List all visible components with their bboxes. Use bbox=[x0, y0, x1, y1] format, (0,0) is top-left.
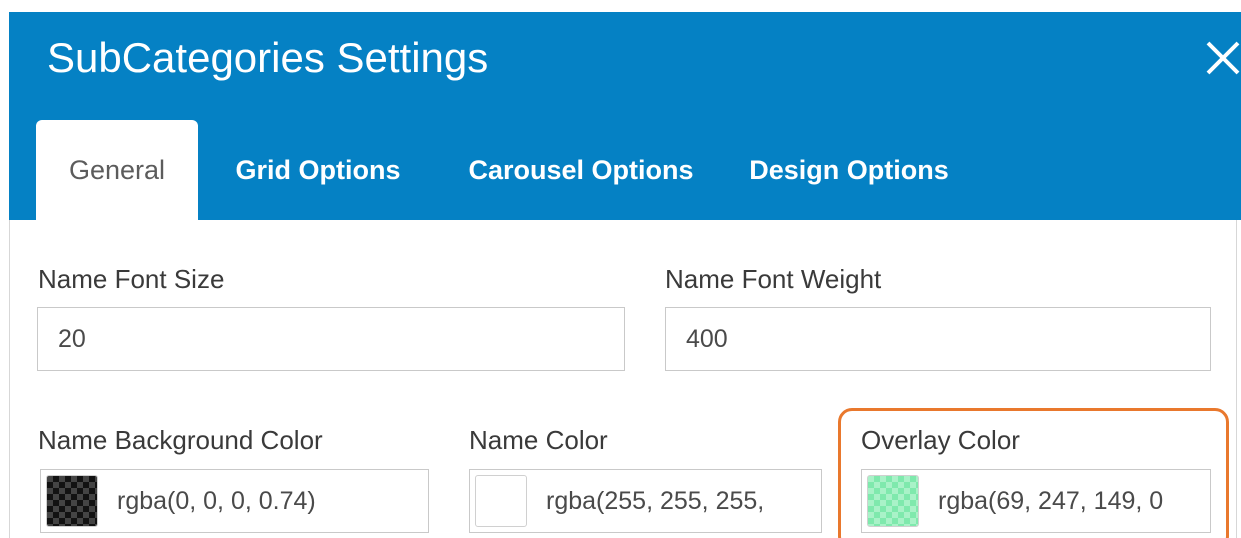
tab-design-options[interactable]: Design Options bbox=[724, 120, 974, 220]
overlay-color-swatch[interactable] bbox=[867, 475, 919, 527]
dialog-body: Name Font Size Name Font Weight Name Bac… bbox=[9, 220, 1237, 538]
name-font-weight-input[interactable] bbox=[665, 307, 1211, 371]
name-color-label: Name Color bbox=[469, 425, 608, 455]
dialog-header: SubCategories Settings General Grid Opti… bbox=[9, 12, 1241, 220]
close-icon bbox=[1206, 41, 1240, 75]
name-font-size-label: Name Font Size bbox=[38, 264, 225, 294]
name-color-value: rgba(255, 255, 255, bbox=[546, 487, 765, 515]
tab-grid-options[interactable]: Grid Options bbox=[198, 120, 438, 220]
overlay-color-value: rgba(69, 247, 149, 0 bbox=[938, 487, 1164, 515]
name-background-color-field[interactable]: rgba(0, 0, 0, 0.74) bbox=[40, 469, 429, 533]
name-background-color-value: rgba(0, 0, 0, 0.74) bbox=[117, 487, 316, 515]
name-color-field[interactable]: rgba(255, 255, 255, bbox=[469, 469, 822, 533]
name-background-color-label: Name Background Color bbox=[38, 425, 323, 455]
settings-dialog: SubCategories Settings General Grid Opti… bbox=[9, 12, 1241, 538]
name-background-color-swatch[interactable] bbox=[46, 475, 98, 527]
name-font-weight-label: Name Font Weight bbox=[665, 264, 882, 294]
name-color-swatch[interactable] bbox=[475, 475, 527, 527]
close-button[interactable] bbox=[1205, 40, 1241, 76]
dialog-title: SubCategories Settings bbox=[47, 34, 489, 81]
overlay-color-field[interactable]: rgba(69, 247, 149, 0 bbox=[861, 469, 1211, 533]
tab-carousel-options[interactable]: Carousel Options bbox=[438, 120, 724, 220]
tab-general[interactable]: General bbox=[36, 120, 198, 220]
overlay-color-label: Overlay Color bbox=[861, 425, 1020, 455]
tab-bar: General Grid Options Carousel Options De… bbox=[36, 120, 974, 220]
name-font-size-input[interactable] bbox=[37, 307, 625, 371]
